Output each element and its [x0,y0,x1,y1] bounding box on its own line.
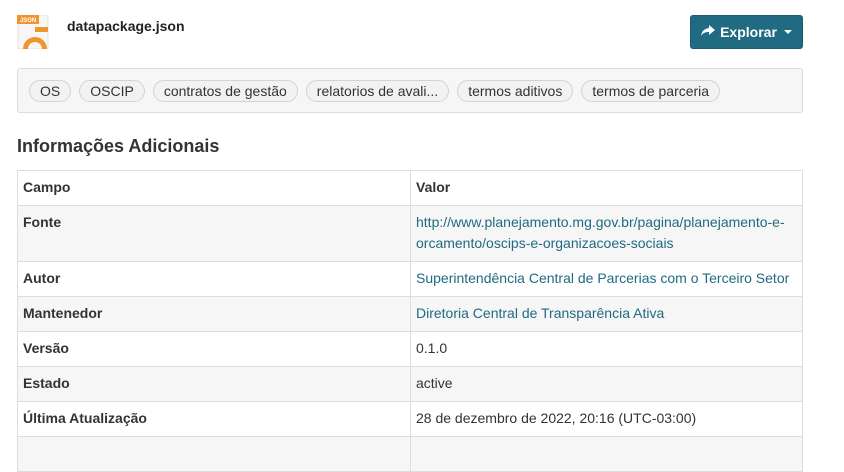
field-value: http://www.planejamento.mg.gov.br/pagina… [410,205,803,262]
file-name: datapackage.json [67,18,185,34]
maintainer-link[interactable]: Diretoria Central de Transparência Ativa [416,305,664,321]
field-value: 0.1.0 [410,331,803,367]
source-link[interactable]: http://www.planejamento.mg.gov.br/pagina… [416,214,785,251]
share-arrow-icon [701,24,716,40]
table-header-row: Campo Valor [17,170,803,206]
field-name: Autor [17,261,411,297]
section-title: Informações Adicionais [17,136,220,156]
field-name: Última Atualização [17,401,411,437]
column-header-field: Campo [17,170,411,206]
explore-button[interactable]: Explorar [690,15,803,49]
json-file-icon: JSON [17,14,49,50]
field-value: active [410,366,803,402]
field-name: Fonte [17,205,411,262]
tag-item[interactable]: termos aditivos [457,79,574,102]
table-row: Versão 0.1.0 [17,331,803,367]
caret-down-icon [783,30,792,34]
tag-item[interactable]: contratos de gestão [152,79,298,102]
field-name: Versão [17,331,411,367]
additional-info-table: Campo Valor Fonte http://www.planejament… [17,170,803,472]
explore-label: Explorar [720,24,777,40]
tag-item[interactable]: OSCIP [79,79,145,102]
column-header-value: Valor [410,170,803,206]
table-row: Estado active [17,366,803,402]
field-name: Mantenedor [17,296,411,332]
tag-item[interactable]: termos de parceria [581,79,721,102]
field-value: Diretoria Central de Transparência Ativa [410,296,803,332]
author-link[interactable]: Superintendência Central de Parcerias co… [416,270,789,286]
table-row: Última Atualização 28 de dezembro de 202… [17,401,803,437]
table-row: Autor Superintendência Central de Parcer… [17,261,803,297]
field-value [410,436,803,472]
field-name: Estado [17,366,411,402]
file-icon-label: JSON [20,18,36,24]
table-row [17,436,803,472]
tag-item[interactable]: relatorios de avali... [305,79,450,102]
field-value: Superintendência Central de Parcerias co… [410,261,803,297]
tag-item[interactable]: OS [29,79,72,102]
field-name [17,436,411,472]
tags-list: OS OSCIP contratos de gestão relatorios … [17,68,803,113]
table-row: Fonte http://www.planejamento.mg.gov.br/… [17,205,803,262]
table-row: Mantenedor Diretoria Central de Transpar… [17,296,803,332]
field-value: 28 de dezembro de 2022, 20:16 (UTC-03:00… [410,401,803,437]
